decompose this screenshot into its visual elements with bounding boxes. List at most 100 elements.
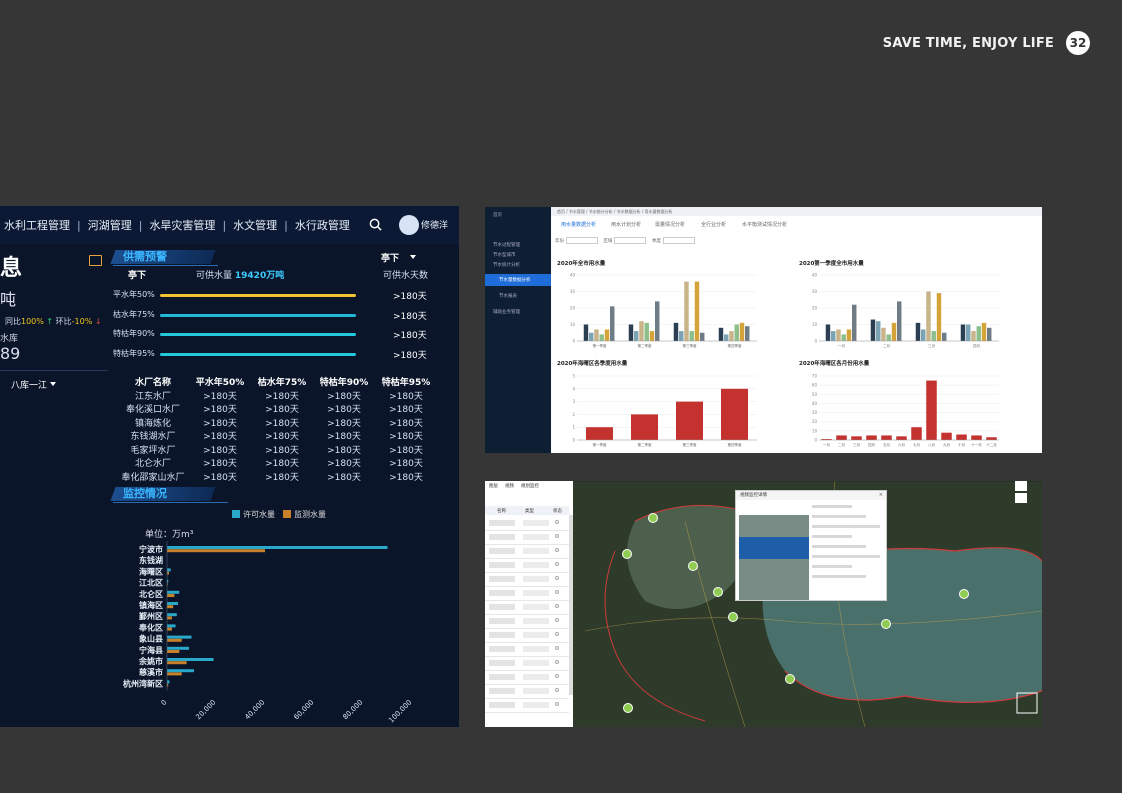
reservoir-dropdown[interactable]: 八库一江 bbox=[11, 378, 56, 391]
y-tick-label: 2 bbox=[572, 412, 575, 417]
y-tick-label: 30 bbox=[570, 289, 576, 294]
bar bbox=[586, 427, 613, 440]
sidebar-item[interactable]: 首页 bbox=[493, 212, 502, 218]
map-marker-icon[interactable] bbox=[728, 612, 738, 622]
map-marker-icon[interactable] bbox=[713, 587, 723, 597]
list-item[interactable] bbox=[485, 699, 569, 713]
area-select[interactable] bbox=[614, 237, 647, 244]
camera-snapshot[interactable] bbox=[739, 515, 809, 600]
page-number-badge: 32 bbox=[1066, 31, 1090, 55]
y-tick-label: 0 bbox=[814, 438, 817, 443]
list-item[interactable] bbox=[485, 559, 569, 573]
list-item[interactable] bbox=[485, 531, 569, 545]
category-label: 宁海县 bbox=[139, 645, 163, 655]
map-marker-icon[interactable] bbox=[959, 589, 969, 599]
table-header-cell: 特枯年90% bbox=[319, 378, 369, 389]
bar-permit bbox=[167, 613, 177, 617]
table-cell: 江东水厂 bbox=[134, 391, 171, 402]
nav-item-hydrology[interactable]: 水文管理 bbox=[233, 217, 277, 233]
list-item[interactable] bbox=[485, 517, 569, 531]
bar-permit bbox=[167, 646, 190, 650]
map-marker-icon[interactable] bbox=[623, 703, 633, 713]
avatar[interactable] bbox=[399, 215, 419, 235]
analysis-sidebar: 首页节水过程管理 节水型城市节水统计分析节水量数据分析 节水报表辅助业务管理 bbox=[485, 207, 551, 453]
quarterly-usage-chart: 0 10 20 30 40 第一季度 第二季度 第三季度 第四季度 bbox=[570, 273, 757, 348]
bar bbox=[966, 324, 971, 341]
list-item[interactable] bbox=[485, 601, 569, 615]
tab-layers[interactable]: 图层 bbox=[489, 483, 498, 489]
list-item[interactable] bbox=[485, 657, 569, 671]
map-marker-icon[interactable] bbox=[622, 549, 632, 559]
nav-item-rivers[interactable]: 河湖管理 bbox=[88, 217, 132, 233]
bar-monitored bbox=[167, 549, 265, 553]
list-item[interactable] bbox=[485, 671, 569, 685]
x-tick-label: 十一月 bbox=[971, 442, 982, 447]
nav-item-disaster[interactable]: 水旱灾害管理 bbox=[149, 217, 215, 233]
map-marker-icon[interactable] bbox=[648, 513, 658, 523]
map-marker-icon[interactable] bbox=[881, 619, 891, 629]
x-tick-label: 第三季度 bbox=[683, 442, 697, 447]
bar-monitored bbox=[167, 627, 172, 631]
x-tick-label: 40,000 bbox=[243, 698, 266, 721]
close-icon[interactable]: × bbox=[879, 492, 883, 498]
header-underline bbox=[113, 502, 228, 503]
bar-permit bbox=[167, 590, 180, 594]
sidebar-item[interactable]: 节水型城市 bbox=[493, 252, 516, 258]
monitor-icon[interactable] bbox=[89, 255, 102, 266]
sidebar-item[interactable]: 节水报表 bbox=[499, 293, 517, 299]
table-header-cell: 水厂名称 bbox=[134, 378, 171, 389]
tab-video[interactable]: 视频 bbox=[505, 483, 514, 489]
tab-planning[interactable]: 规划监控 bbox=[521, 483, 539, 489]
bar bbox=[700, 332, 705, 341]
user-name: 修德洋 bbox=[421, 221, 449, 231]
monitor-header: 监控情况 bbox=[110, 487, 216, 501]
nav-item-admin[interactable]: 水行政管理 bbox=[295, 217, 350, 233]
map-marker-icon[interactable] bbox=[785, 674, 795, 684]
bar bbox=[891, 322, 897, 341]
reservoir-value: 89 bbox=[0, 344, 21, 363]
bar bbox=[987, 327, 992, 341]
search-icon[interactable] bbox=[369, 218, 382, 231]
category-label: 余姚市 bbox=[138, 656, 163, 666]
sidebar-item[interactable]: 节水过程管理 bbox=[493, 242, 520, 248]
list-item[interactable] bbox=[485, 643, 569, 657]
table-cell: >180天 bbox=[327, 459, 361, 470]
table-cell: >180天 bbox=[203, 391, 237, 402]
quarter-select[interactable] bbox=[662, 237, 695, 244]
nav-item-engineering[interactable]: 水利工程管理 bbox=[4, 217, 70, 233]
map-marker-icon[interactable] bbox=[688, 561, 698, 571]
station-select[interactable]: 亭下 bbox=[381, 251, 417, 264]
scrollbar[interactable] bbox=[569, 515, 573, 695]
tab-analysis[interactable]: 用水量数据分析 bbox=[561, 221, 596, 228]
bar bbox=[971, 435, 982, 440]
list-item[interactable] bbox=[485, 587, 569, 601]
bar bbox=[724, 334, 729, 341]
bar-monitored bbox=[167, 672, 182, 676]
table-cell: >180天 bbox=[203, 418, 237, 429]
sidebar-item[interactable]: 节水统计分析 bbox=[493, 262, 520, 268]
y-tick-label: 30 bbox=[812, 410, 818, 415]
monthly-q1-usage-chart: 0 10 20 30 40 一月 二月 三月 四月 bbox=[812, 273, 999, 348]
bar bbox=[634, 331, 639, 341]
tab-analysis[interactable]: 需量情况分析 bbox=[655, 221, 685, 228]
tab-analysis[interactable]: 用水计划分析 bbox=[611, 221, 641, 228]
tab-analysis[interactable]: 全行业分析 bbox=[701, 221, 726, 228]
tab-analysis[interactable]: 水平衡测试情况分析 bbox=[742, 221, 787, 228]
sidebar-item[interactable]: 节水量数据分析 bbox=[499, 277, 531, 283]
year-select[interactable] bbox=[566, 237, 598, 244]
table-cell: 奉化溪口水厂 bbox=[125, 405, 180, 416]
y-tick-label: 10 bbox=[570, 322, 576, 327]
x-tick-label: 五月 bbox=[883, 442, 890, 447]
bar-permit bbox=[167, 635, 192, 639]
y-tick-label: 40 bbox=[812, 273, 818, 278]
bar bbox=[942, 332, 947, 341]
list-item[interactable] bbox=[485, 545, 569, 559]
list-item[interactable] bbox=[485, 629, 569, 643]
list-item[interactable] bbox=[485, 573, 569, 587]
list-item[interactable] bbox=[485, 615, 569, 629]
popup-field bbox=[812, 555, 880, 558]
table-cell: >180天 bbox=[327, 472, 361, 483]
bar bbox=[915, 322, 921, 341]
list-item[interactable] bbox=[485, 685, 569, 699]
sidebar-item[interactable]: 辅助业务管理 bbox=[493, 309, 520, 315]
